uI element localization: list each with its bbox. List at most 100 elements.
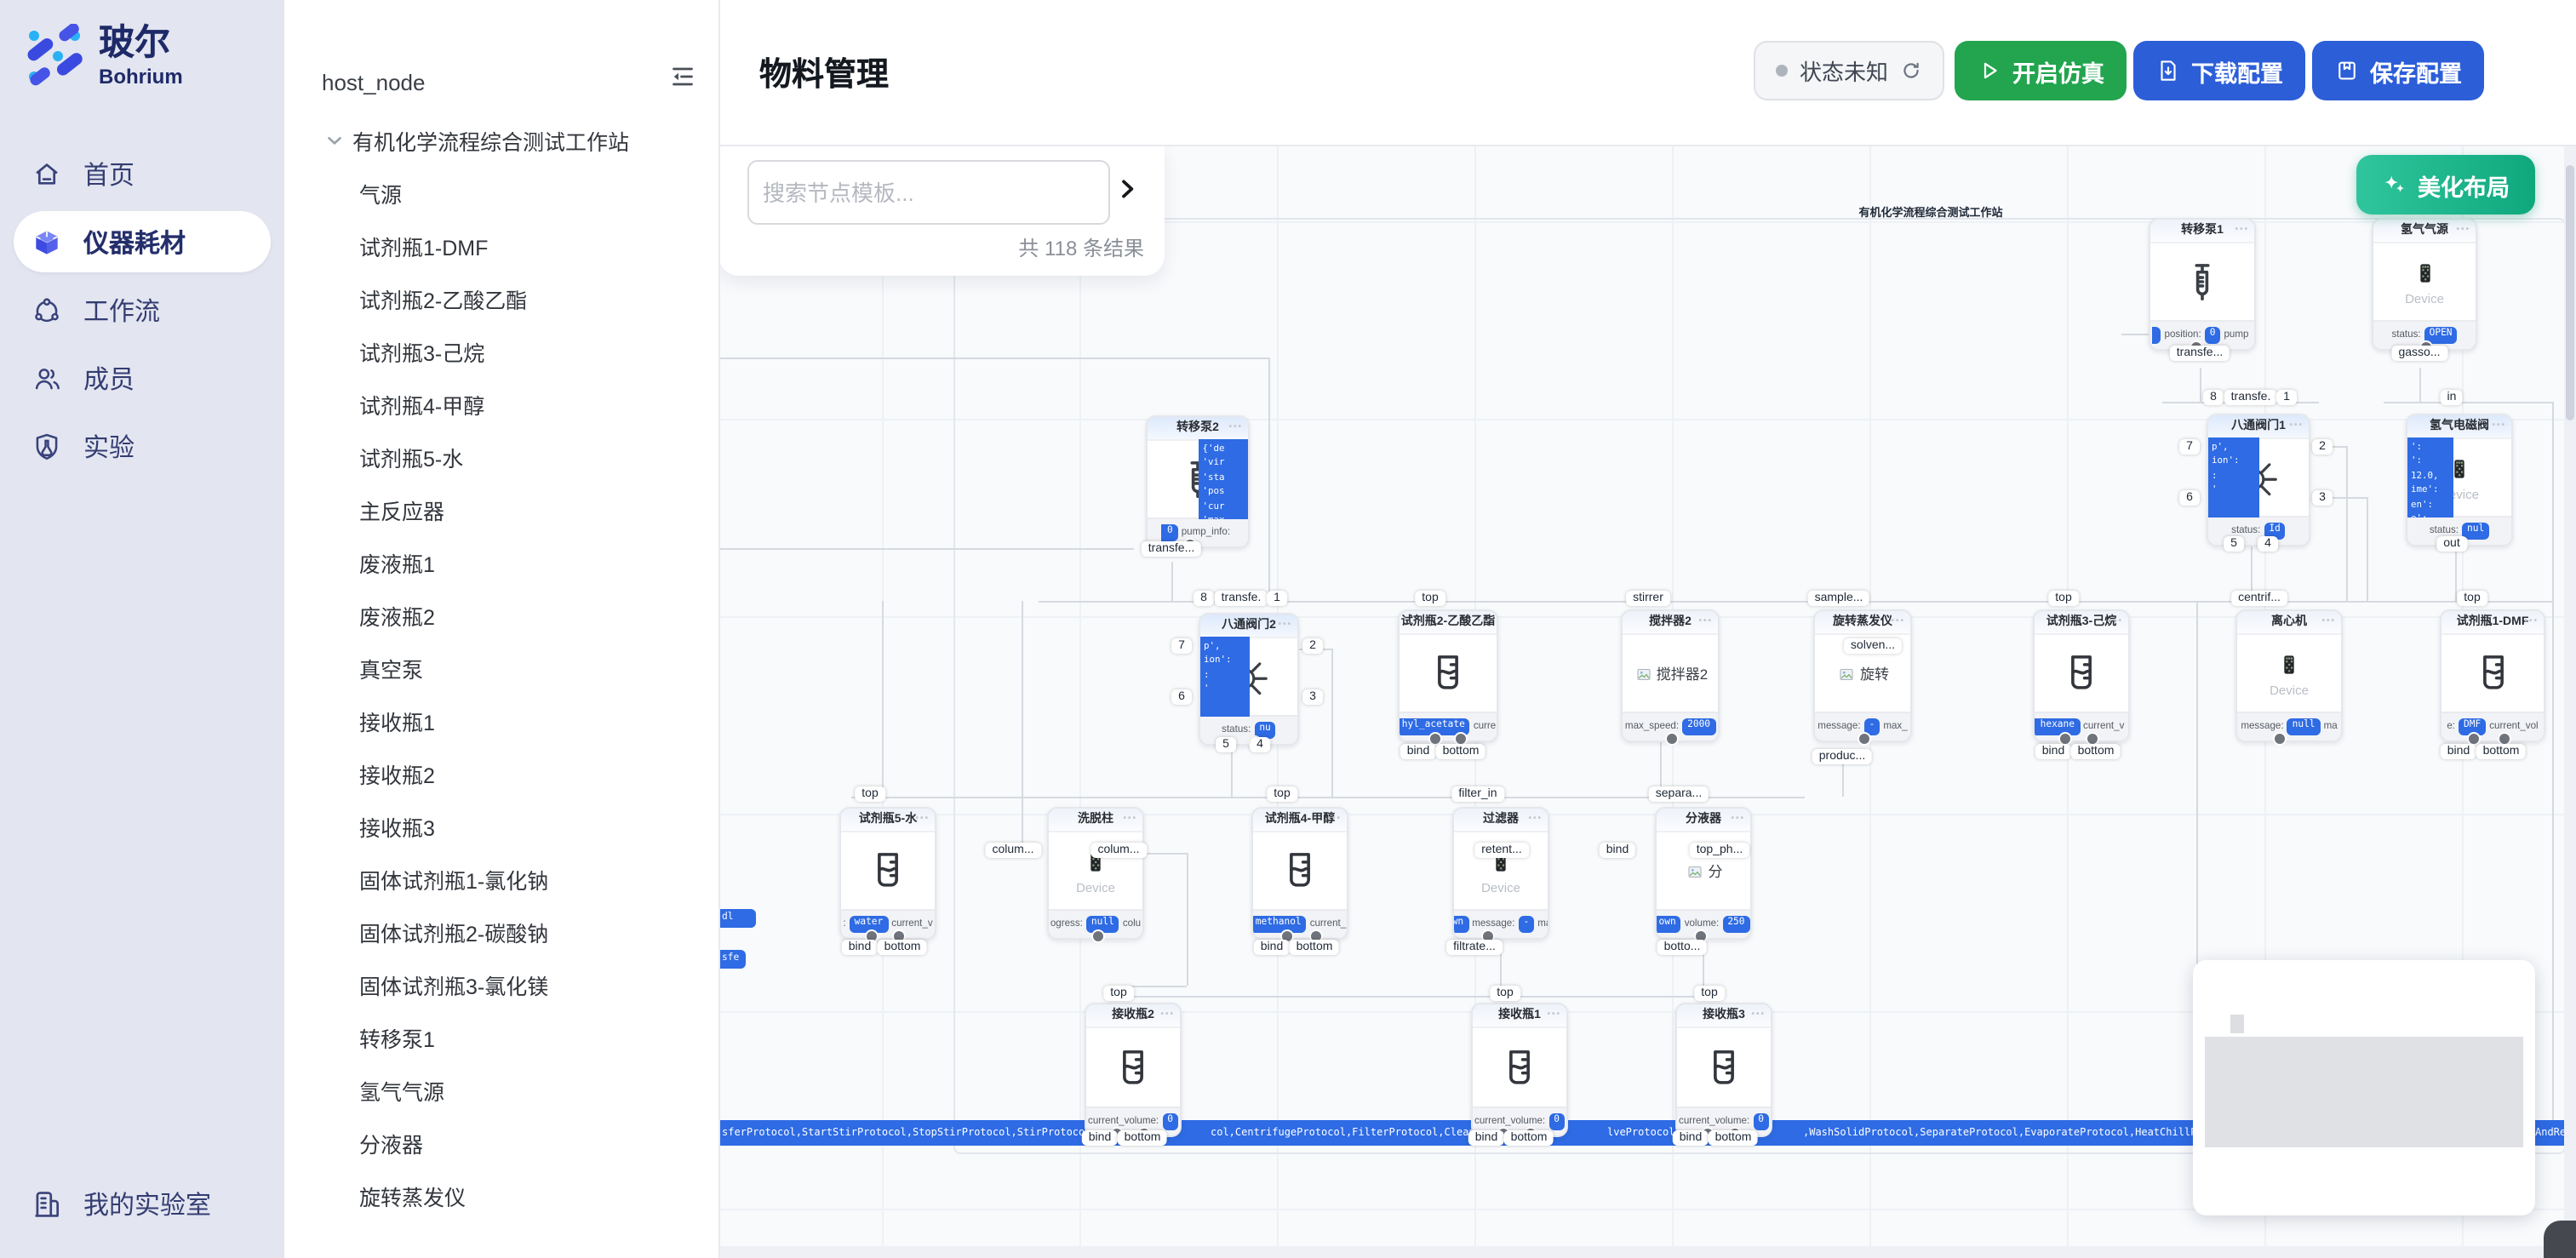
node-menu-icon[interactable]: ••• — [1278, 615, 1292, 637]
port-label[interactable]: top — [855, 786, 884, 802]
port-label[interactable]: 3 — [1302, 689, 1323, 705]
tree-group-row[interactable]: 有机化学流程综合测试工作站 — [284, 119, 718, 160]
flow-node-xtz[interactable]: 洗脱柱•••Deviceogress:nullcolu — [1047, 807, 1144, 940]
port-label[interactable]: 8 — [2203, 390, 2224, 405]
port-label[interactable]: in — [2441, 390, 2464, 405]
minimap-viewport[interactable] — [2205, 1037, 2523, 1147]
param-value-badge[interactable]: hexane — [2035, 718, 2080, 735]
node-menu-icon[interactable]: ••• — [2109, 611, 2123, 633]
tree-item-2[interactable]: 试剂瓶2-乙酸乙酯 — [284, 276, 718, 329]
collapse-panel-icon[interactable] — [667, 61, 698, 92]
port-label[interactable]: bottom — [1709, 1130, 1759, 1146]
node-menu-icon[interactable]: ••• — [1327, 809, 1342, 831]
port-label[interactable]: botto... — [1657, 940, 1708, 955]
search-submit-icon[interactable] — [1113, 175, 1141, 203]
param-value-badge[interactable]: 2000 — [1682, 718, 1715, 735]
port-label[interactable]: centrif... — [2231, 591, 2287, 606]
flow-canvas[interactable]: 有机化学流程综合测试工作站sferProtocol,StartStirProto… — [718, 145, 2576, 1258]
port-label[interactable]: top — [1103, 986, 1133, 1001]
node-menu-icon[interactable]: ••• — [1528, 809, 1543, 831]
sidebar-item-0[interactable]: 首页 — [14, 143, 271, 204]
port-label[interactable]: 6 — [2179, 490, 2200, 506]
port-label[interactable]: separa... — [1649, 786, 1709, 802]
flow-node-qqy[interactable]: 氢气气源•••Devicestatus:OPEN — [2372, 218, 2477, 351]
node-menu-icon[interactable]: ••• — [1891, 611, 1905, 633]
flow-node-xzzfy[interactable]: 旋转蒸发仪•••旋转message:-max_ — [1813, 609, 1912, 742]
chat-widget-corner[interactable] — [2544, 1221, 2576, 1258]
tree-item-13[interactable]: 固体试剂瓶1-氯化钠 — [284, 856, 718, 909]
node-menu-icon[interactable]: ••• — [1547, 1004, 1561, 1026]
param-value-badge[interactable]: wn — [1454, 916, 1468, 932]
port-label[interactable]: bottom — [1290, 940, 1340, 955]
port-label[interactable]: bottom — [1504, 1130, 1554, 1146]
port-label[interactable]: 5 — [1216, 737, 1236, 752]
tree-item-6[interactable]: 主反应器 — [284, 487, 718, 540]
port-label[interactable]: bottom — [878, 940, 928, 955]
port-label[interactable]: 6 — [1171, 689, 1192, 705]
port-label[interactable]: 4 — [1250, 737, 1270, 752]
port-label[interactable]: bind — [1468, 1130, 1504, 1146]
flow-node-jsp3[interactable]: 接收瓶3•••current_volume:0 — [1675, 1003, 1772, 1137]
node-menu-icon[interactable]: ••• — [1123, 809, 1137, 831]
port-label[interactable]: 7 — [2179, 439, 2200, 455]
flow-node-jbq2[interactable]: 搅拌器2•••搅拌器2max_speed:2000 — [1621, 609, 1720, 742]
flow-node-qqdcf[interactable]: 氢气电磁阀•••Devicestatus:nul':':12.0,ime':en… — [2406, 414, 2513, 546]
port-label[interactable]: bind — [2035, 744, 2071, 759]
port-label[interactable]: 1 — [1267, 591, 1287, 606]
tree-item-10[interactable]: 接收瓶1 — [284, 698, 718, 751]
port-label[interactable]: top — [2048, 591, 2078, 606]
status-pill[interactable]: 状态未知 — [1754, 41, 1944, 100]
node-menu-icon[interactable]: ••• — [1228, 417, 1243, 439]
connection-handle[interactable] — [1665, 732, 1679, 746]
param-value-badge[interactable]: methanol — [1253, 916, 1307, 932]
port-label[interactable]: bind — [1082, 1130, 1118, 1146]
download-config-button[interactable]: 下载配置 — [2133, 41, 2305, 100]
port-label[interactable]: 5 — [2224, 536, 2244, 552]
node-menu-icon[interactable]: ••• — [2235, 220, 2249, 242]
port-label[interactable]: transfe... — [1142, 541, 1201, 557]
port-label[interactable]: solven... — [1844, 638, 1902, 654]
param-value-badge[interactable]: 250 — [1722, 916, 1749, 932]
node-menu-icon[interactable]: ••• — [1751, 1004, 1766, 1026]
port-label[interactable]: top — [1694, 986, 1724, 1001]
port-label[interactable]: 4 — [2258, 536, 2278, 552]
port-label[interactable]: bottom — [1436, 744, 1486, 759]
flow-node-sjp1[interactable]: 试剂瓶1-DMF•••e:DMFcurrent_vol — [2440, 609, 2545, 742]
param-value-badge[interactable]: own — [1657, 916, 1681, 932]
horizontal-scrollbar[interactable] — [718, 1246, 2564, 1258]
node-menu-icon[interactable]: ••• — [1731, 809, 1745, 831]
tree-item-19[interactable]: 旋转蒸发仪 — [284, 1173, 718, 1226]
node-menu-icon[interactable]: ••• — [2321, 611, 2336, 633]
port-label[interactable]: gasso... — [2391, 346, 2447, 361]
port-label[interactable]: bind — [2441, 744, 2476, 759]
param-value-badge[interactable]: 0 — [2205, 327, 2221, 343]
tree-item-11[interactable]: 接收瓶2 — [284, 751, 718, 803]
port-label[interactable]: 1 — [2276, 390, 2297, 405]
port-label[interactable]: out — [2436, 536, 2466, 552]
flow-node-btf2[interactable]: 八通阀门2•••status:nup',ion'::' — [1199, 613, 1299, 746]
port-label[interactable]: colum... — [985, 843, 1040, 858]
connection-handle[interactable] — [1858, 732, 1871, 746]
param-value-badge[interactable]: 0 — [1162, 1113, 1178, 1129]
param-value-badge[interactable]: - — [1518, 916, 1534, 932]
port-label[interactable]: 2 — [1302, 638, 1323, 654]
param-value-badge[interactable]: 0 — [1548, 1113, 1565, 1129]
sidebar-item-1[interactable]: 仪器耗材 — [14, 211, 271, 272]
port-label[interactable]: transfe. — [2224, 390, 2278, 405]
tree-item-16[interactable]: 转移泵1 — [284, 1015, 718, 1067]
port-label[interactable]: bind — [1600, 843, 1635, 858]
tree-item-4[interactable]: 试剂瓶4-甲醇 — [284, 381, 718, 434]
param-value-badge[interactable]: 0 — [1162, 524, 1178, 540]
minimap[interactable] — [2193, 960, 2535, 1215]
tree-item-15[interactable]: 固体试剂瓶3-氯化镁 — [284, 962, 718, 1015]
node-menu-icon[interactable]: ••• — [1698, 611, 1713, 633]
flow-node-sjp5[interactable]: 试剂瓶5-水•••:watercurrent_v — [839, 807, 936, 940]
port-label[interactable]: 2 — [2312, 439, 2333, 455]
port-label[interactable]: bind — [1673, 1130, 1709, 1146]
flow-node-sjp2[interactable]: 试剂瓶2-乙酸乙酯•••hyl_acetatecurre — [1398, 609, 1498, 742]
param-value-badge[interactable]: null — [1086, 916, 1119, 932]
run-simulation-button[interactable]: 开启仿真 — [1955, 41, 2127, 100]
flow-node-jsp2[interactable]: 接收瓶2•••current_volume:0 — [1085, 1003, 1182, 1137]
sidebar-item-3[interactable]: 成员 — [14, 347, 271, 409]
node-menu-icon[interactable]: ••• — [915, 809, 930, 831]
